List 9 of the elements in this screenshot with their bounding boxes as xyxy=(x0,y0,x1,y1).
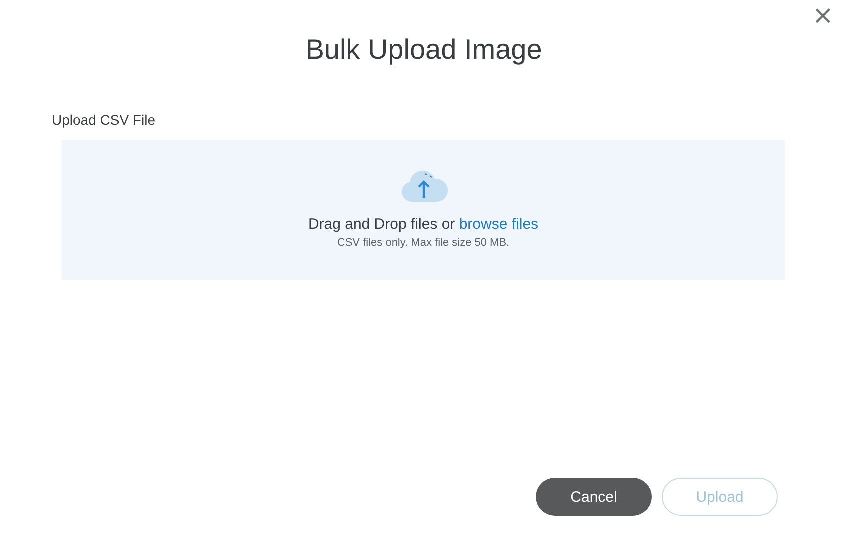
close-button[interactable]: × xyxy=(808,2,838,30)
drop-zone[interactable]: Drag and Drop files or browse files CSV files only. Max file size 50 MB. xyxy=(62,140,785,280)
file-hint: CSV files only. Max file size 50 MB. xyxy=(337,237,510,249)
field-label: Upload CSV File xyxy=(52,112,156,128)
drop-prompt: Drag and Drop files or browse files xyxy=(308,216,539,233)
dialog-title: Bulk Upload Image xyxy=(304,34,544,66)
cloud-upload-icon xyxy=(400,168,448,204)
browse-files-link[interactable]: browse files xyxy=(459,216,539,233)
cancel-button[interactable]: Cancel xyxy=(536,478,652,516)
